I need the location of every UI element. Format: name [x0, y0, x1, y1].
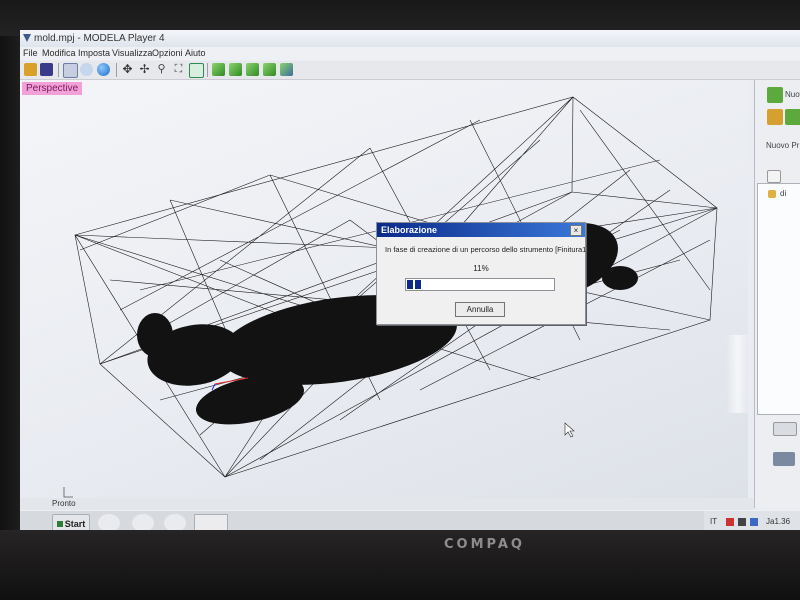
dialog-title-bar: Elaborazione × — [377, 223, 585, 237]
rotate-view-icon[interactable] — [63, 63, 78, 78]
tray-clock[interactable]: Ja1.36 — [766, 517, 790, 526]
title-bar: mold.mpj - MODELA Player 4 — [20, 30, 800, 48]
monitor-bezel-bottom — [0, 530, 800, 600]
menu-bar: File Modifica Imposta Visualizza Opzioni… — [20, 47, 800, 60]
panel-tool-icon[interactable] — [767, 87, 783, 103]
move-arrows-icon[interactable]: ✥ — [121, 63, 134, 76]
progress-fill — [407, 280, 423, 289]
open-folder-icon[interactable] — [24, 63, 37, 76]
tray-language[interactable]: IT — [710, 517, 717, 526]
save-disk-icon[interactable] — [40, 63, 53, 76]
menu-modifica[interactable]: Modifica — [42, 48, 76, 58]
progress-segment — [407, 280, 413, 289]
zoom-icon[interactable]: ⚲ — [155, 63, 168, 76]
panel-new-label: Nuovo Pr — [766, 141, 800, 150]
tray-icon[interactable] — [738, 518, 746, 526]
status-bar: Pronto — [20, 498, 754, 510]
list-folder-icon — [768, 190, 776, 198]
monitor-bezel-left — [0, 36, 20, 541]
cube-front-icon[interactable] — [212, 63, 225, 76]
processing-dialog: Elaborazione × In fase di creazione di u… — [376, 222, 589, 325]
toolbar: ✥ ✢ ⚲ ⛶ — [20, 61, 800, 80]
tray-icon[interactable] — [750, 518, 758, 526]
toolbar-separator — [207, 63, 208, 77]
panel-button-b[interactable] — [773, 452, 795, 466]
menu-aiuto[interactable]: Aiuto — [185, 48, 206, 58]
menu-visualizza[interactable]: Visualizza — [112, 48, 152, 58]
tray-icon[interactable] — [726, 518, 734, 526]
windows-logo-icon — [56, 521, 63, 527]
screen: mold.mpj - MODELA Player 4 File Modifica… — [20, 30, 800, 535]
right-panel: Nuovo Pr Nuovo Pr di — [754, 80, 800, 508]
menu-opzioni[interactable]: Opzioni — [152, 48, 183, 58]
status-text: Pronto — [52, 499, 76, 508]
progress-bar — [405, 278, 555, 291]
axis-triad-icon — [63, 487, 73, 498]
cancel-button[interactable]: Annulla — [455, 302, 505, 317]
progress-segment — [415, 280, 421, 289]
cube-grid-icon[interactable] — [280, 63, 293, 76]
zoom-box-icon[interactable] — [189, 63, 204, 78]
fit-view-icon[interactable]: ⛶ — [172, 63, 185, 76]
close-icon[interactable]: × — [570, 225, 582, 236]
globe-view-icon[interactable] — [80, 63, 93, 76]
panel-label-top: Nuovo Pr — [785, 90, 800, 99]
menu-file[interactable]: File — [23, 48, 38, 58]
cube-top-icon[interactable] — [229, 63, 242, 76]
panel-folder-icon[interactable] — [767, 109, 783, 125]
menu-imposta[interactable]: Imposta — [78, 48, 110, 58]
screen-glare — [726, 335, 750, 413]
panel-cube-icon[interactable] — [785, 109, 800, 125]
panel-list[interactable]: di — [757, 183, 800, 415]
dialog-title: Elaborazione — [381, 225, 438, 235]
dialog-message: In fase di creazione di un percorso dell… — [385, 245, 589, 254]
window-title: mold.mpj - MODELA Player 4 — [34, 33, 165, 44]
toolbar-separator — [58, 63, 59, 77]
start-label: Start — [64, 519, 86, 529]
cube-iso-icon[interactable] — [263, 63, 276, 76]
panel-button-a[interactable] — [773, 422, 797, 436]
progress-percent: 11% — [473, 264, 489, 273]
monitor-brand-logo: COMPAQ — [444, 537, 525, 552]
list-item-label[interactable]: di — [780, 189, 786, 198]
toolbar-separator — [116, 63, 117, 77]
cube-side-icon[interactable] — [246, 63, 259, 76]
shaded-sphere-icon[interactable] — [97, 63, 110, 76]
pan-arrows-icon[interactable]: ✢ — [138, 63, 151, 76]
panel-tab-icon[interactable] — [767, 170, 781, 183]
app-icon — [23, 34, 31, 42]
